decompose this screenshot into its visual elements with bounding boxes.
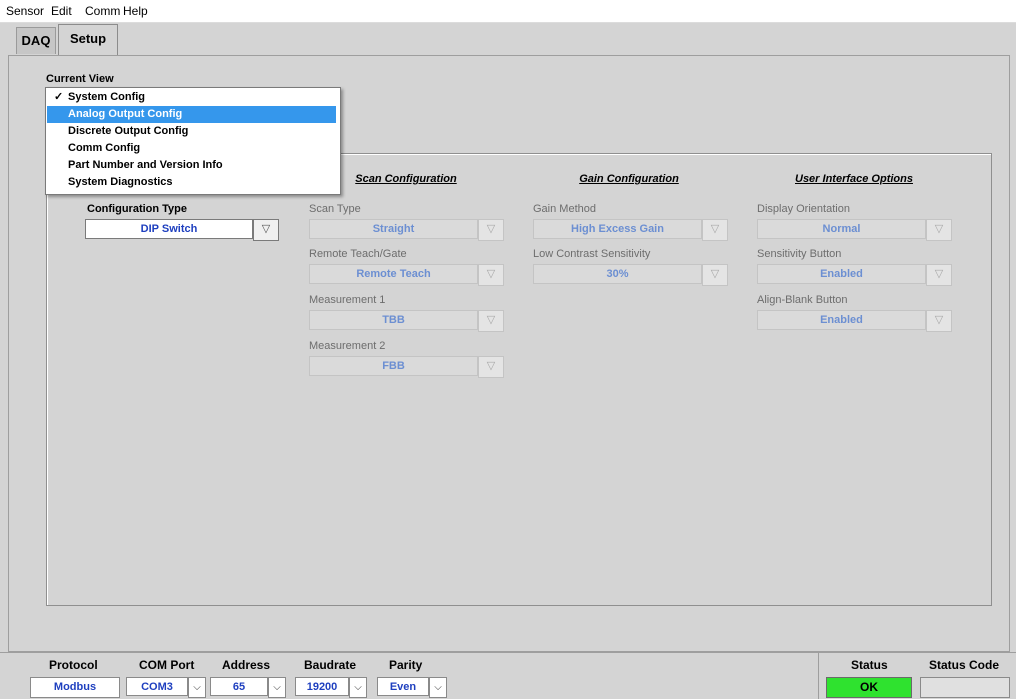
measurement2-value: FBB [309, 356, 478, 376]
dropdown-arrow-icon: ▽ [926, 264, 952, 286]
ui-options-heading: User Interface Options [795, 173, 913, 185]
dropdown-arrow-icon: ▽ [926, 219, 952, 241]
status-code-field [920, 677, 1010, 698]
com-port-select[interactable]: COM3 ⌵ [126, 677, 206, 698]
chevron-down-icon: ⌵ [429, 677, 447, 698]
remote-teach-value: Remote Teach [309, 264, 478, 284]
gain-method-select[interactable]: High Excess Gain ▽ [533, 219, 728, 241]
status-indicator: OK [826, 677, 912, 698]
com-port-label: COM Port [139, 658, 195, 672]
display-orientation-label: Display Orientation [757, 203, 850, 215]
menu-edit[interactable]: Edit [51, 4, 72, 18]
measurement1-select[interactable]: TBB ▽ [309, 310, 504, 332]
align-blank-value: Enabled [757, 310, 926, 330]
view-option-comm-config[interactable]: Comm Config [47, 140, 336, 157]
parity-value: Even [377, 677, 429, 696]
parity-select[interactable]: Even ⌵ [377, 677, 447, 698]
dropdown-arrow-icon: ▽ [478, 219, 504, 241]
measurement2-select[interactable]: FBB ▽ [309, 356, 504, 378]
low-contrast-label: Low Contrast Sensitivity [533, 248, 651, 260]
view-option-part-number[interactable]: Part Number and Version Info [47, 157, 336, 174]
gain-method-value: High Excess Gain [533, 219, 702, 239]
low-contrast-select[interactable]: 30% ▽ [533, 264, 728, 286]
align-blank-select[interactable]: Enabled ▽ [757, 310, 952, 332]
status-code-label: Status Code [929, 658, 1000, 672]
dropdown-arrow-icon: ▽ [478, 356, 504, 378]
view-option-label: Analog Output Config [68, 108, 183, 120]
address-select[interactable]: 65 ⌵ [210, 677, 286, 698]
tab-setup[interactable]: Setup [58, 24, 118, 55]
view-option-discrete-output[interactable]: Discrete Output Config [47, 123, 336, 140]
tab-strip: DAQ Setup [0, 23, 1016, 55]
measurement1-value: TBB [309, 310, 478, 330]
baudrate-label: Baudrate [304, 658, 357, 672]
dropdown-arrow-icon: ▽ [253, 219, 279, 241]
baudrate-select[interactable]: 19200 ⌵ [295, 677, 367, 698]
gain-method-label: Gain Method [533, 203, 596, 215]
view-option-system-diagnostics[interactable]: System Diagnostics [47, 174, 336, 191]
scan-type-select[interactable]: Straight ▽ [309, 219, 504, 241]
current-view-label: Current View [46, 73, 114, 85]
view-option-label: Discrete Output Config [68, 125, 189, 137]
chevron-down-icon: ⌵ [188, 677, 206, 698]
config-type-label: Configuration Type [87, 203, 188, 215]
display-orientation-value: Normal [757, 219, 926, 239]
tab-daq[interactable]: DAQ [16, 27, 56, 54]
dropdown-arrow-icon: ▽ [926, 310, 952, 332]
dropdown-arrow-icon: ▽ [702, 264, 728, 286]
gain-config-heading: Gain Configuration [579, 173, 679, 185]
config-type-value: DIP Switch [85, 219, 253, 239]
parity-label: Parity [389, 658, 423, 672]
view-option-system-config[interactable]: ✓ System Config [47, 89, 336, 106]
align-blank-label: Align-Blank Button [757, 294, 848, 306]
menu-bar: Sensor Edit Comm Help [0, 0, 1016, 23]
chevron-down-icon: ⌵ [349, 677, 367, 698]
dropdown-arrow-icon: ▽ [702, 219, 728, 241]
address-value: 65 [210, 677, 268, 696]
address-label: Address [222, 658, 271, 672]
scan-type-label: Scan Type [309, 203, 361, 215]
remote-teach-label: Remote Teach/Gate [309, 248, 407, 260]
dropdown-arrow-icon: ▽ [478, 264, 504, 286]
scan-type-value: Straight [309, 219, 478, 239]
protocol-field: Modbus [30, 677, 120, 698]
view-option-analog-output[interactable]: Analog Output Config [47, 106, 336, 123]
baudrate-value: 19200 [295, 677, 349, 696]
view-option-label: Comm Config [68, 142, 141, 154]
sensitivity-button-label: Sensitivity Button [757, 248, 842, 260]
config-type-select[interactable]: DIP Switch ▽ [85, 219, 279, 241]
sensitivity-button-select[interactable]: Enabled ▽ [757, 264, 952, 286]
chevron-down-icon: ⌵ [268, 677, 286, 698]
sensitivity-button-value: Enabled [757, 264, 926, 284]
measurement1-label: Measurement 1 [309, 294, 386, 306]
view-option-label: System Config [68, 91, 146, 103]
menu-comm[interactable]: Comm [85, 4, 120, 18]
display-orientation-select[interactable]: Normal ▽ [757, 219, 952, 241]
remote-teach-select[interactable]: Remote Teach ▽ [309, 264, 504, 286]
menu-sensor[interactable]: Sensor [6, 4, 44, 18]
view-option-label: System Diagnostics [68, 176, 173, 188]
current-view-dropdown[interactable]: ✓ System Config Analog Output Config Dis… [45, 87, 341, 195]
bottom-bar: Protocol Modbus COM Port COM3 ⌵ Address … [0, 652, 1016, 699]
checkmark-icon: ✓ [54, 91, 64, 103]
view-option-label: Part Number and Version Info [68, 159, 223, 171]
measurement2-label: Measurement 2 [309, 340, 386, 352]
status-label: Status [851, 658, 888, 672]
com-port-value: COM3 [126, 677, 188, 696]
protocol-label: Protocol [49, 658, 98, 672]
low-contrast-value: 30% [533, 264, 702, 284]
status-separator [818, 653, 819, 699]
menu-help[interactable]: Help [123, 4, 148, 18]
dropdown-arrow-icon: ▽ [478, 310, 504, 332]
